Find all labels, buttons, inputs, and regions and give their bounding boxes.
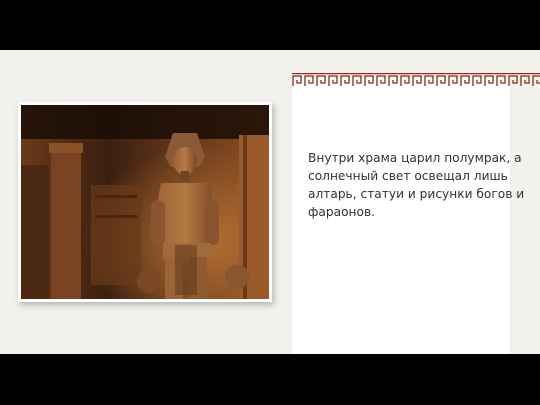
photo-frame — [18, 102, 272, 302]
body-text: Внутри храма царил полумрак, а солнечный… — [308, 151, 525, 219]
slide: Внутри храма царил полумрак, а солнечный… — [0, 50, 540, 354]
pharaoh-statue-photo — [21, 105, 269, 299]
greek-key-border — [292, 73, 540, 88]
